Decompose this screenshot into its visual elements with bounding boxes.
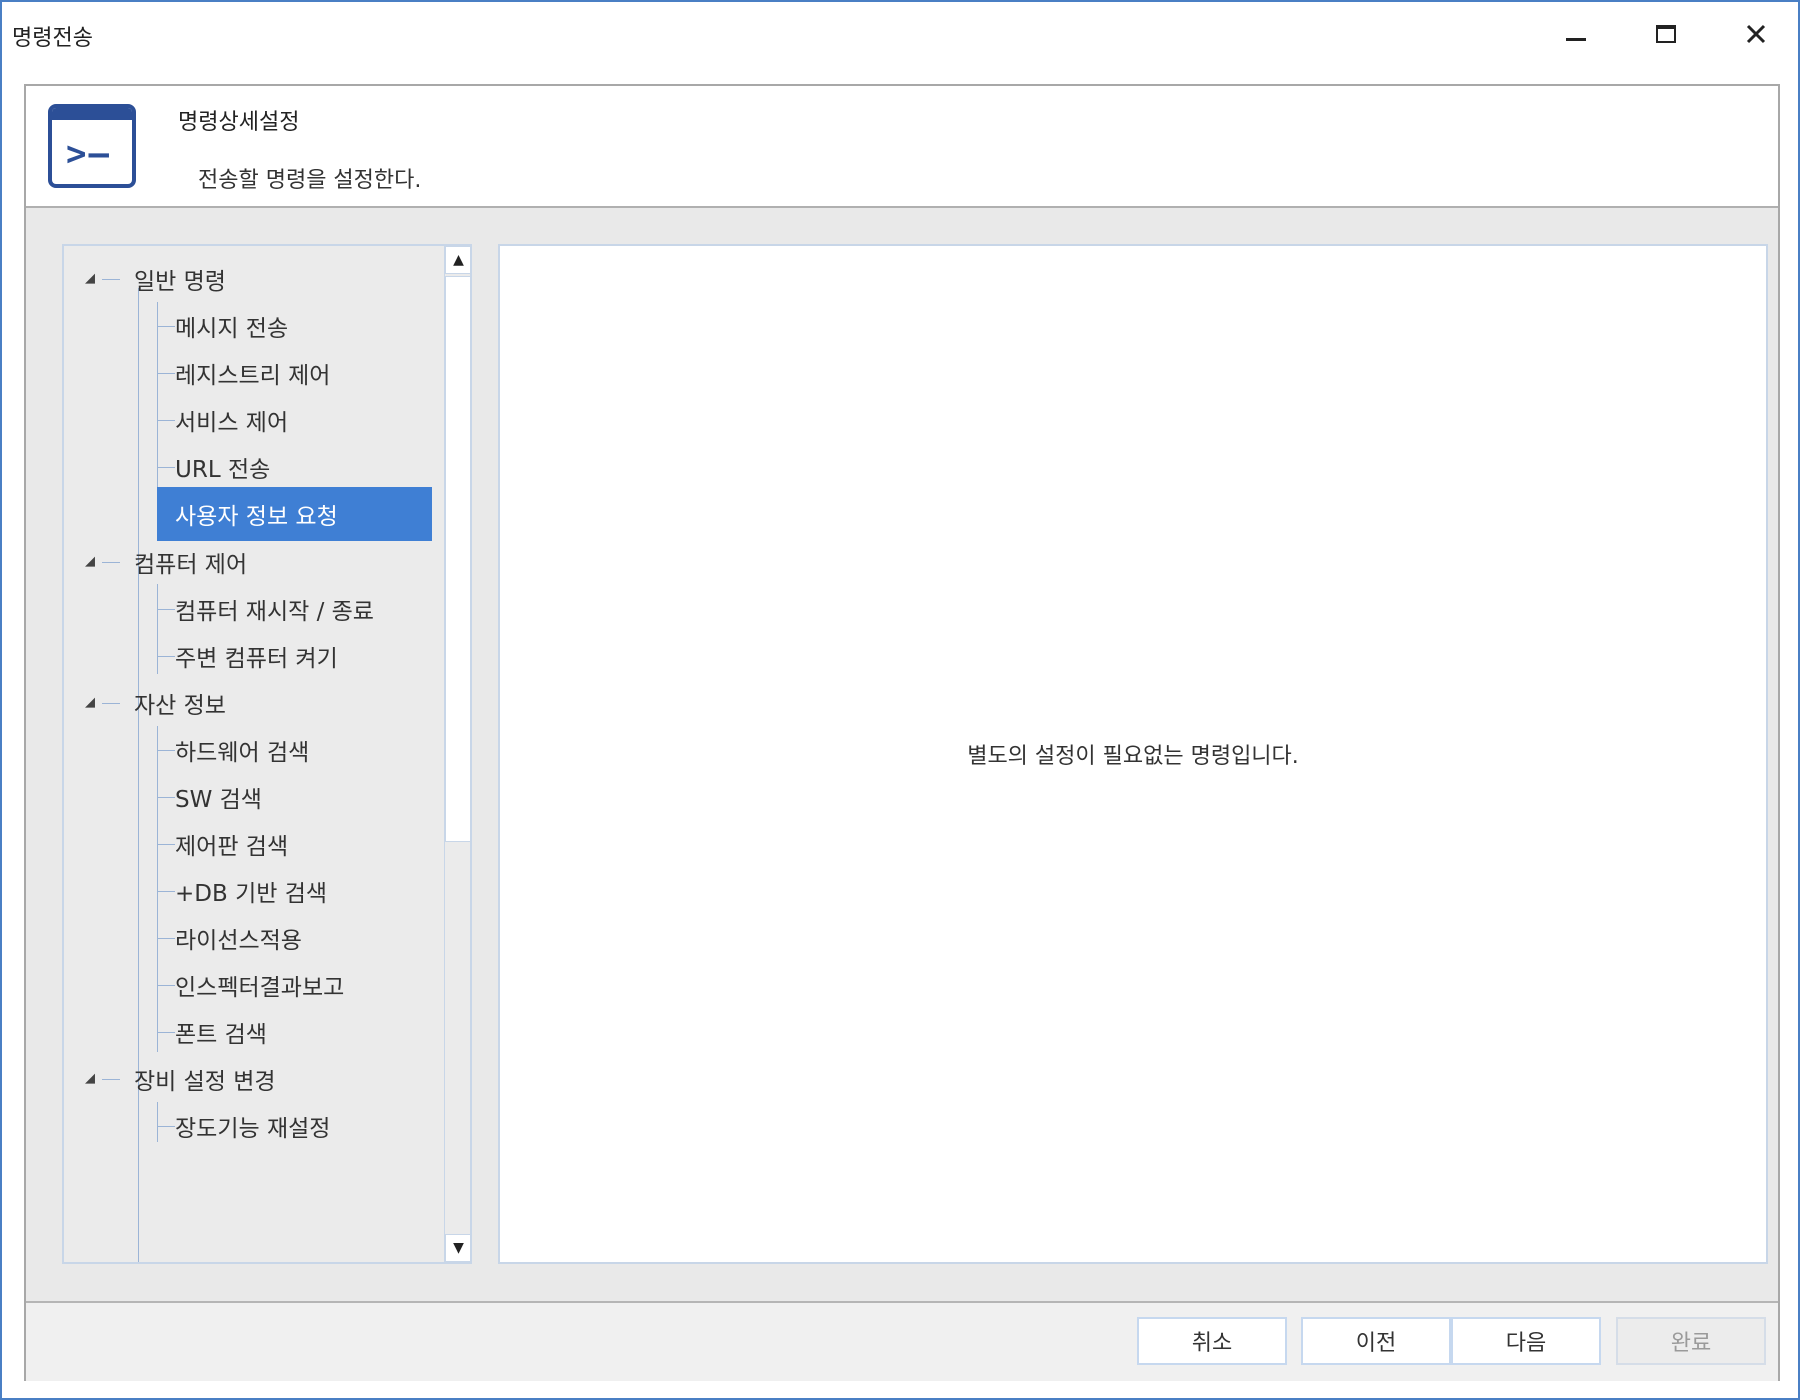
close-icon <box>1746 24 1766 44</box>
tree-group-label: 자산 정보 <box>134 693 226 719</box>
cancel-button[interactable]: 취소 <box>1137 1317 1287 1365</box>
minimize-icon <box>1566 37 1586 41</box>
tree-scrollbar[interactable]: ▲ ▼ <box>444 246 470 1262</box>
tree-item-restart[interactable]: 컴퓨터 재시작 / 종료 <box>157 582 432 636</box>
tree-item-font[interactable]: 폰트 검색 <box>157 1005 432 1059</box>
tree-item-sw[interactable]: SW 검색 <box>157 770 432 824</box>
tree-item-label: 폰트 검색 <box>175 1022 267 1048</box>
tree-item-service[interactable]: 서비스 제어 <box>157 393 432 447</box>
tree-item-label: 인스펙터결과보고 <box>175 975 345 1001</box>
collapse-arrow-icon[interactable]: ◢ <box>85 1071 95 1086</box>
maximize-icon <box>1656 25 1676 43</box>
dialog-window: 명령전송 >— 명령상세설정 전송할 명령을 설정한다. ◢ 일반 명령 메시지… <box>0 0 1800 1400</box>
prev-button[interactable]: 이전 <box>1301 1317 1451 1365</box>
tree-group-device-settings[interactable]: 장비 설정 변경 <box>134 1052 276 1106</box>
tree-item-url[interactable]: URL 전송 <box>157 440 432 494</box>
wizard-header: >— 명령상세설정 전송할 명령을 설정한다. <box>26 86 1778 208</box>
tree-item-hardware[interactable]: 하드웨어 검색 <box>157 723 432 777</box>
wizard-footer: 취소 이전 다음 완료 <box>26 1301 1778 1381</box>
tree-item-label: 제어판 검색 <box>175 834 289 860</box>
finish-button[interactable]: 완료 <box>1616 1317 1766 1365</box>
tree-item-label: 하드웨어 검색 <box>175 740 310 766</box>
tree-group-computer-control[interactable]: 컴퓨터 제어 <box>134 535 247 589</box>
collapse-arrow-icon[interactable]: ◢ <box>85 554 95 569</box>
next-button[interactable]: 다음 <box>1451 1317 1601 1365</box>
settings-message: 별도의 설정이 필요없는 명령입니다. <box>967 744 1299 769</box>
tree-item-label: URL 전송 <box>175 457 271 483</box>
tree-group-label: 장비 설정 변경 <box>134 1069 276 1095</box>
scroll-up-button[interactable]: ▲ <box>445 246 470 274</box>
tree-item-label: 사용자 정보 요청 <box>175 504 338 530</box>
tree-item-label: +DB 기반 검색 <box>175 881 328 907</box>
command-settings-panel: 별도의 설정이 필요없는 명령입니다. <box>498 244 1768 1264</box>
tree-item-inspector[interactable]: 인스펙터결과보고 <box>157 958 432 1012</box>
tree-item-registry[interactable]: 레지스트리 제어 <box>157 346 432 400</box>
tree-item-label: 장도기능 재설정 <box>175 1116 331 1142</box>
tree-item-label: 컴퓨터 재시작 / 종료 <box>175 599 374 625</box>
tree-item-db-search[interactable]: +DB 기반 검색 <box>157 864 432 918</box>
tree-item-reset[interactable]: 장도기능 재설정 <box>157 1099 432 1153</box>
tree-group-general[interactable]: 일반 명령 <box>134 252 226 306</box>
tree-item-label: 라이선스적용 <box>175 928 302 954</box>
tree-item-label: 주변 컴퓨터 켜기 <box>175 646 338 672</box>
scroll-down-button[interactable]: ▼ <box>445 1234 470 1262</box>
tree-group-label: 컴퓨터 제어 <box>134 552 248 578</box>
tree-item-message[interactable]: 메시지 전송 <box>157 299 432 353</box>
scroll-thumb[interactable] <box>445 276 470 842</box>
maximize-button[interactable] <box>1636 14 1696 54</box>
tree-group-asset[interactable]: 자산 정보 <box>134 676 226 730</box>
tree-item-control-panel[interactable]: 제어판 검색 <box>157 817 432 871</box>
arrow-down-icon: ▼ <box>453 1240 464 1256</box>
command-tree[interactable]: ◢ 일반 명령 메시지 전송 레지스트리 제어 서비스 제어 URL 전송 사용… <box>62 244 472 1264</box>
tree-item-wake[interactable]: 주변 컴퓨터 켜기 <box>157 629 432 683</box>
minimize-button[interactable] <box>1546 14 1606 54</box>
tree-item-label: SW 검색 <box>175 787 262 813</box>
header-subtitle: 전송할 명령을 설정한다. <box>198 168 422 193</box>
terminal-icon: >— <box>48 104 136 188</box>
tree-item-label: 레지스트리 제어 <box>175 363 331 389</box>
tree-group-label: 일반 명령 <box>134 269 226 295</box>
tree-item-label: 서비스 제어 <box>175 410 289 436</box>
title-bar[interactable]: 명령전송 <box>2 2 1798 66</box>
tree-item-license[interactable]: 라이선스적용 <box>157 911 432 965</box>
header-title: 명령상세설정 <box>178 110 300 135</box>
close-button[interactable] <box>1726 14 1786 54</box>
collapse-arrow-icon[interactable]: ◢ <box>85 695 95 710</box>
tree-item-label: 메시지 전송 <box>175 316 289 342</box>
window-title: 명령전송 <box>12 26 93 51</box>
collapse-arrow-icon[interactable]: ◢ <box>85 271 95 286</box>
wizard-body: >— 명령상세설정 전송할 명령을 설정한다. ◢ 일반 명령 메시지 전송 레… <box>24 84 1780 1381</box>
arrow-up-icon: ▲ <box>453 252 464 268</box>
tree-item-user-info[interactable]: 사용자 정보 요청 <box>157 487 432 541</box>
